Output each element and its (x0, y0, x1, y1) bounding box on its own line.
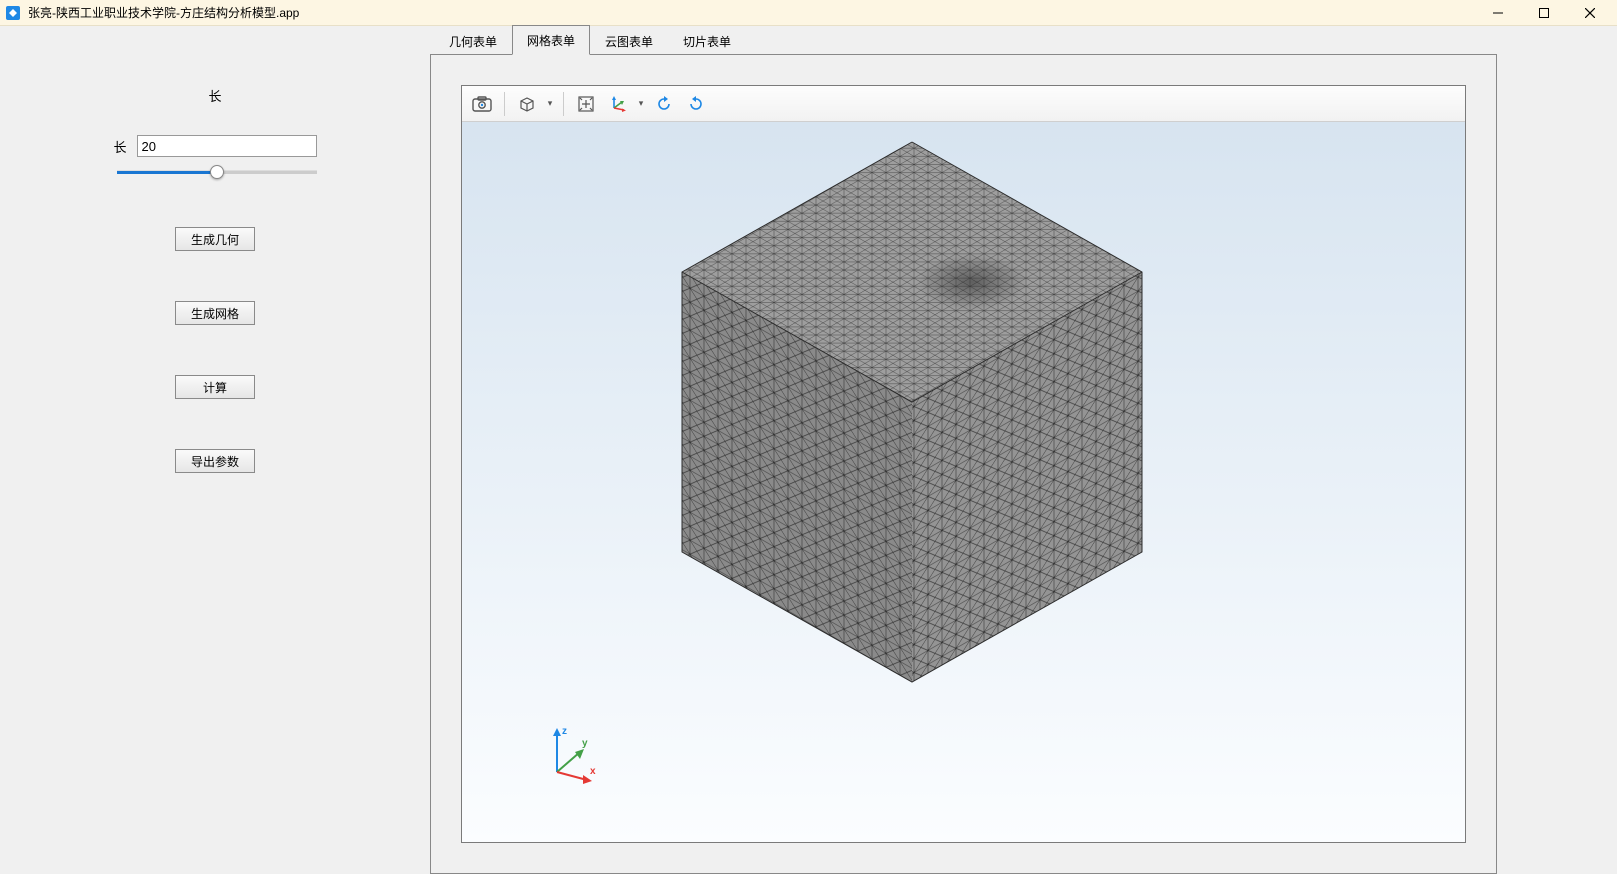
length-slider[interactable] (117, 170, 317, 174)
generate-geometry-button[interactable]: 生成几何 (175, 227, 255, 251)
length-input-row: 长 (113, 135, 316, 157)
close-button[interactable] (1567, 0, 1613, 26)
section-label: 长 (208, 86, 221, 105)
tab-slice[interactable]: 切片表单 (668, 26, 746, 55)
export-params-button[interactable]: 导出参数 (175, 449, 255, 473)
toolbar-separator (504, 92, 505, 116)
toolbar-separator (563, 92, 564, 116)
axis-orient-dropdown[interactable]: ▾ (636, 98, 646, 109)
length-label: 长 (113, 137, 126, 156)
tabstrip: 几何表单 网格表单 云图表单 切片表单 (430, 26, 1497, 54)
axis-orient-icon[interactable] (604, 90, 632, 118)
mesh-cube (662, 132, 1162, 692)
left-panel: 长 长 生成几何 生成网格 计算 导出参数 (0, 26, 430, 874)
tab-geometry[interactable]: 几何表单 (434, 26, 512, 55)
tab-content: ▾ ▾ (430, 54, 1497, 874)
app-icon (4, 4, 22, 22)
axis-z-label: z (562, 726, 567, 737)
screenshot-icon[interactable] (468, 90, 496, 118)
graphics-view[interactable]: z y x (462, 122, 1465, 842)
tab-contour[interactable]: 云图表单 (590, 26, 668, 55)
tabs-column: 几何表单 网格表单 云图表单 切片表单 ▾ (430, 26, 1617, 874)
window-title: 张亮-陕西工业职业技术学院-方庄结构分析模型.app (28, 4, 299, 21)
axis-y-label: y (582, 738, 588, 749)
tab-mesh[interactable]: 网格表单 (512, 25, 590, 55)
graphics-toolbar: ▾ ▾ (462, 86, 1465, 122)
workarea: 长 长 生成几何 生成网格 计算 导出参数 几何表单 网格表单 云图表单 切片表… (0, 26, 1617, 874)
rotate-ccw-icon[interactable] (650, 90, 678, 118)
axis-x-label: x (590, 766, 596, 777)
graphics-frame: ▾ ▾ (461, 85, 1466, 843)
titlebar: 张亮-陕西工业职业技术学院-方庄结构分析模型.app (0, 0, 1617, 26)
axis-triad: z y x (542, 722, 602, 782)
length-slider-wrap (115, 163, 315, 177)
maximize-button[interactable] (1521, 0, 1567, 26)
view-cube-icon[interactable] (513, 90, 541, 118)
rotate-cw-icon[interactable] (682, 90, 710, 118)
view-cube-dropdown[interactable]: ▾ (545, 98, 555, 109)
zoom-extents-icon[interactable] (572, 90, 600, 118)
compute-button[interactable]: 计算 (175, 375, 255, 399)
length-input[interactable] (137, 135, 317, 157)
generate-mesh-button[interactable]: 生成网格 (175, 301, 255, 325)
minimize-button[interactable] (1475, 0, 1521, 26)
